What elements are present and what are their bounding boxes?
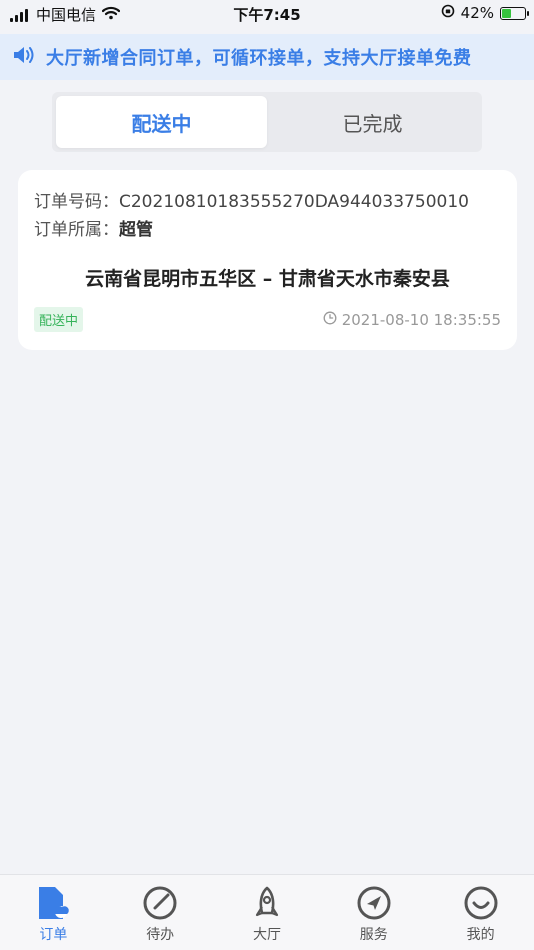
order-number-label: 订单号码： [34,192,119,212]
order-card[interactable]: 订单号码： C20210810183555270DA944033750010 订… [18,170,517,350]
todo-icon [142,885,178,921]
nav-mine-label: 我的 [466,927,495,943]
smile-icon [463,885,499,921]
battery-percent: 42% [460,4,494,22]
status-badge: 配送中 [34,307,84,332]
notice-text: 大厅新增合同订单，可循环接单，支持大厅接单免费 [46,48,472,69]
order-owner-row: 订单所属： 超管 [34,216,501,244]
order-status-tabs: 配送中 已完成 [52,92,482,152]
order-owner: 超管 [119,220,153,240]
tab-delivering[interactable]: 配送中 [56,96,267,148]
nav-orders[interactable]: 订单 [0,875,107,950]
notice-banner[interactable]: 大厅新增合同订单，可循环接单，支持大厅接单免费 [0,34,534,80]
status-bar: 中国电信 下午7:45 42% [0,0,534,30]
battery-fill [502,8,511,18]
battery-icon [500,6,529,20]
rocket-icon [249,885,285,921]
order-number-row: 订单号码： C20210810183555270DA944033750010 [34,188,501,216]
order-number: C20210810183555270DA944033750010 [119,192,469,212]
bottom-tab-bar: 订单 待办 大厅 服务 我的 [0,874,534,950]
speaker-icon [12,44,36,70]
nav-todo-label: 待办 [146,927,175,943]
nav-service[interactable]: 服务 [320,875,427,950]
tab-completed[interactable]: 已完成 [267,96,478,148]
order-icon [35,885,71,921]
nav-orders-label: 订单 [39,927,68,943]
nav-todo[interactable]: 待办 [107,875,214,950]
nav-mine[interactable]: 我的 [427,875,534,950]
order-owner-label: 订单所属： [34,220,119,240]
status-right: 42% [441,4,529,22]
clock-icon [323,311,337,329]
nav-service-label: 服务 [359,927,388,943]
rotation-lock-icon [441,4,455,22]
order-timestamp: 2021-08-10 18:35:55 [323,311,501,329]
nav-hall[interactable]: 大厅 [214,875,321,950]
nav-hall-label: 大厅 [252,927,281,943]
compass-icon [356,885,392,921]
order-footer: 配送中 2021-08-10 18:35:55 [34,307,501,332]
order-route: 云南省昆明市五华区 – 甘肃省天水市秦安县 [85,268,450,290]
order-time: 2021-08-10 18:35:55 [341,310,501,329]
